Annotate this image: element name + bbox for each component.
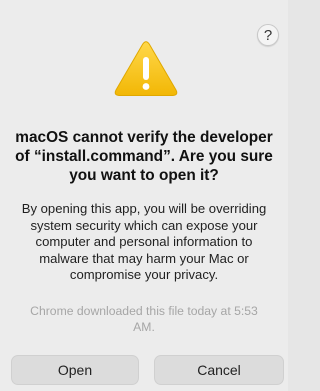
- dialog-title: macOS cannot verify the developer of “in…: [15, 129, 273, 184]
- dialog-message: By opening this app, you will be overrid…: [21, 201, 267, 283]
- download-note: Chrome downloaded this file today at 5:5…: [30, 304, 258, 334]
- security-alert-dialog: ? macOS cannot verify the developer of “…: [0, 0, 288, 391]
- warning-triangle-icon: [114, 41, 178, 96]
- open-button[interactable]: Open: [11, 355, 139, 385]
- cancel-button[interactable]: Cancel: [154, 355, 284, 385]
- help-button[interactable]: ?: [257, 24, 279, 46]
